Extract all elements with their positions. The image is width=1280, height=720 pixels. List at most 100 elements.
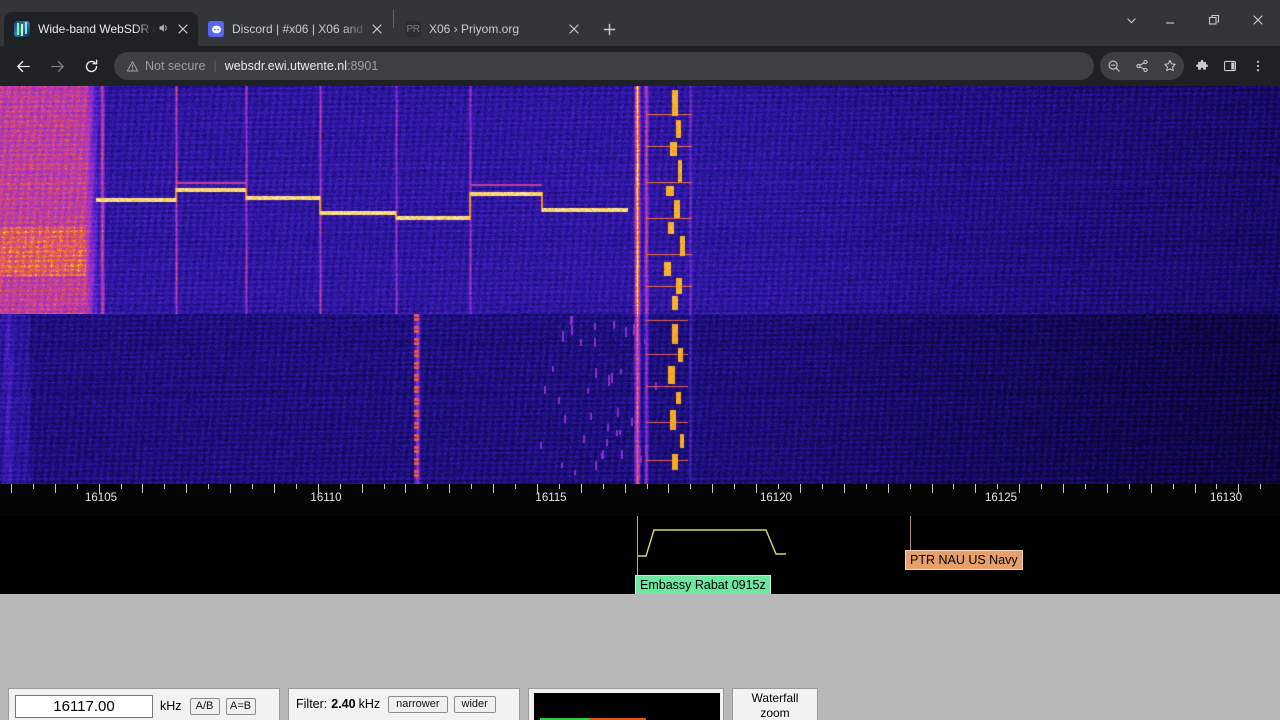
- waterfall-upper-spectrogram[interactable]: [0, 86, 1280, 314]
- frequency-scale[interactable]: 16105 16110 16115 16120 16125 16130: [0, 484, 1280, 516]
- station-label-embassy-rabat[interactable]: Embassy Rabat 0915z: [635, 575, 771, 595]
- zoom-out-icon[interactable]: [1100, 52, 1128, 80]
- browser-tab-1[interactable]: Discord | #x06 | X06 and Other S: [198, 12, 392, 46]
- window-maximize-icon[interactable]: [1192, 3, 1236, 37]
- tab-search-chevron-down-icon[interactable]: [1114, 3, 1148, 37]
- frequency-tick: [142, 484, 143, 493]
- browser-tab-0[interactable]: Wide-band WebSDR in Ensch: [4, 12, 198, 46]
- frequency-panel: 16117.00 kHz A/B A=B ---- -- - .0 + ++ +…: [8, 688, 280, 720]
- frequency-tick: [888, 484, 889, 493]
- chrome-menu-icon[interactable]: [1244, 52, 1272, 80]
- frequency-tick: [515, 484, 516, 489]
- frequency-tick: [953, 484, 954, 489]
- toolbar-icons: [1100, 52, 1272, 80]
- filter-wider-button[interactable]: wider: [453, 695, 496, 713]
- frequency-tick: [1173, 484, 1174, 489]
- filter-narrower-button[interactable]: narrower: [388, 695, 448, 713]
- frequency-tick: [756, 484, 757, 493]
- waterfall-lower-spectrogram[interactable]: [0, 314, 1280, 484]
- waterfall-zoom-panel: Waterfall zoom − + band >< <>: [732, 688, 818, 720]
- tab-close-icon[interactable]: [174, 20, 192, 38]
- window-close-icon[interactable]: [1236, 3, 1280, 37]
- tab-close-icon[interactable]: [565, 20, 583, 38]
- frequency-tick: [11, 484, 12, 493]
- frequency-tick: [1085, 484, 1086, 489]
- bookmark-star-icon[interactable]: [1156, 52, 1184, 80]
- waterfall-zoom-title: Waterfall zoom: [751, 691, 799, 720]
- back-arrow-icon[interactable]: [8, 51, 38, 81]
- frequency-tick: [405, 484, 406, 493]
- control-panel: 16117.00 kHz A/B A=B ---- -- - .0 + ++ +…: [0, 594, 1280, 720]
- security-status-label: Not secure: [145, 59, 206, 73]
- waterfall-display[interactable]: [0, 86, 1280, 484]
- frequency-tick: [427, 484, 428, 489]
- frequency-tick: [559, 484, 560, 489]
- filter-width-value: 2.40: [331, 697, 356, 711]
- station-label-ptr-nau[interactable]: PTR NAU US Navy: [905, 550, 1023, 570]
- url-port: :8901: [347, 59, 379, 73]
- priyom-favicon-icon: PR: [405, 21, 421, 37]
- websdr-page: 16105 16110 16115 16120 16125 16130 PTR …: [0, 86, 1280, 720]
- freq-label: 16120: [760, 492, 792, 504]
- frequency-tick: [997, 484, 998, 489]
- frequency-tick: [1216, 484, 1217, 489]
- frequency-tick: [581, 484, 582, 493]
- window-controls: [1114, 0, 1280, 40]
- frequency-tick: [449, 484, 450, 493]
- frequency-tick: [121, 484, 122, 489]
- frequency-tick: [1260, 484, 1261, 489]
- browser-tab-2[interactable]: PR X06 › Priyom.org: [395, 12, 589, 46]
- frequency-tick: [1195, 484, 1196, 493]
- frequency-tick: [77, 484, 78, 489]
- tab-close-icon[interactable]: [368, 20, 386, 38]
- filter-label: Filter:: [296, 697, 328, 711]
- frequency-tick: [471, 484, 472, 489]
- reload-icon[interactable]: [76, 51, 106, 81]
- frequency-tick: [690, 484, 691, 489]
- frequency-tick: [164, 484, 165, 489]
- new-tab-button[interactable]: [595, 15, 623, 43]
- tab-title: X06 › Priyom.org: [429, 22, 520, 36]
- side-panel-icon[interactable]: [1216, 52, 1244, 80]
- address-bar[interactable]: Not secure | websdr.ewi.utwente.nl:8901: [114, 52, 1094, 80]
- tab-audio-playing-icon[interactable]: [156, 21, 172, 38]
- frequency-unit-label: kHz: [160, 699, 182, 713]
- frequency-tick: [384, 484, 385, 489]
- not-secure-warning-icon: [126, 60, 139, 73]
- omnibox-action-group: [1100, 52, 1184, 80]
- extensions-puzzle-icon[interactable]: [1188, 52, 1216, 80]
- share-icon[interactable]: [1128, 52, 1156, 80]
- frequency-tick: [1063, 484, 1064, 493]
- frequency-tick: [493, 484, 494, 493]
- frequency-tick: [712, 484, 713, 493]
- frequency-input-row: 16117.00 kHz A/B A=B: [15, 694, 273, 718]
- browser-toolbar: Not secure | websdr.ewi.utwente.nl:8901: [0, 46, 1280, 86]
- frequency-tick: [1107, 484, 1108, 493]
- forward-arrow-icon[interactable]: [42, 51, 72, 81]
- frequency-tick: [778, 484, 779, 489]
- url-host: websdr.ewi.utwente.nl: [224, 59, 347, 73]
- frequency-tick: [296, 484, 297, 489]
- frequency-tick: [362, 484, 363, 493]
- frequency-tick: [274, 484, 275, 493]
- frequency-tick: [932, 484, 933, 493]
- frequency-tick: [1129, 484, 1130, 489]
- frequency-input[interactable]: 16117.00: [15, 694, 153, 718]
- filter-width-unit: kHz: [358, 697, 381, 711]
- a-equals-b-button[interactable]: A=B: [225, 697, 256, 715]
- ab-memory-buttons: A/B A=B: [189, 697, 256, 715]
- window-minimize-icon[interactable]: [1148, 3, 1192, 37]
- frequency-tick: [625, 484, 626, 493]
- websdr-favicon-icon: [14, 21, 30, 37]
- frequency-tick: [1041, 484, 1042, 489]
- omnibox-divider: |: [213, 59, 217, 73]
- filter-panel: Filter: 2.40 kHz narrower wider squelch …: [288, 688, 520, 720]
- frequency-tick: [910, 484, 911, 489]
- frequency-tick: [1019, 484, 1020, 493]
- ab-toggle-button[interactable]: A/B: [189, 697, 220, 715]
- tab-title: Discord | #x06 | X06 and Other S: [232, 22, 368, 36]
- tab-strip: Wide-band WebSDR in Ensch Discord | #x06…: [0, 0, 1280, 46]
- freq-label: 16110: [310, 492, 342, 504]
- freq-label: 16130: [1210, 492, 1242, 504]
- freq-label: 16115: [535, 492, 567, 504]
